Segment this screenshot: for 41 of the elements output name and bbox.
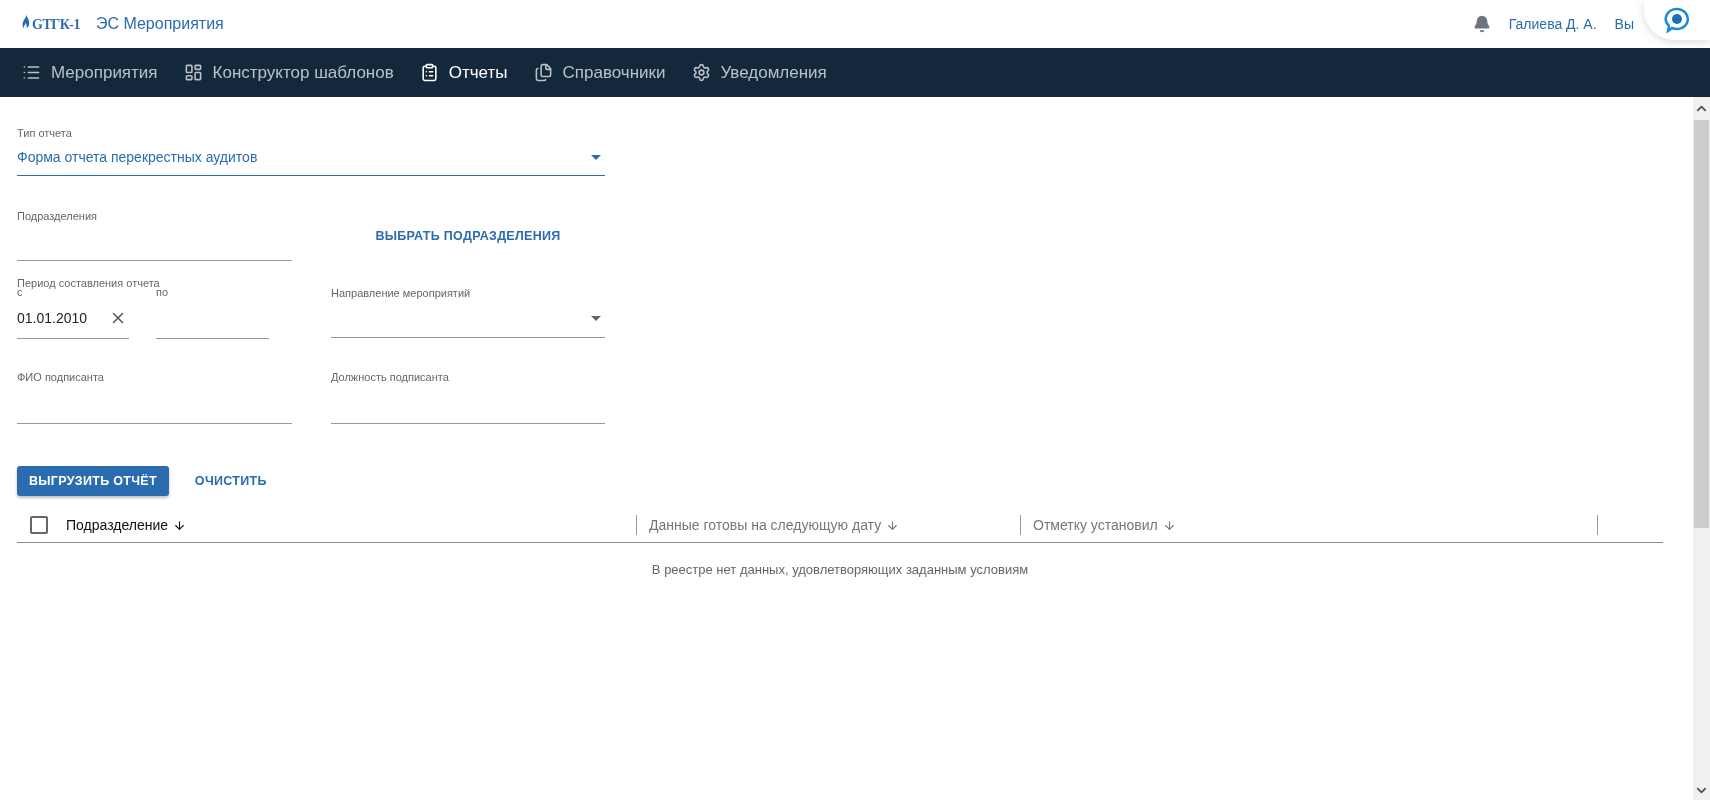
field-label: Должность подписанта — [331, 371, 450, 383]
sort-arrow-icon — [886, 518, 900, 532]
dropdown-caret-icon — [591, 315, 601, 321]
nav-tab[interactable]: Справочники — [533, 62, 666, 83]
clipboard-icon — [419, 63, 439, 82]
sort-arrow-icon — [1162, 518, 1176, 532]
chat-widget[interactable] — [1644, 0, 1710, 40]
chat-bubble-icon — [1664, 7, 1690, 33]
field-label: Подразделения — [17, 210, 98, 222]
export-report-button[interactable]: ВЫГРУЗИТЬ ОТЧЁТ — [17, 466, 169, 496]
field-label: ФИО подписанта — [17, 371, 105, 383]
sort-arrow-icon — [173, 518, 187, 532]
user-link[interactable]: Галиева Д. А. — [1508, 16, 1597, 32]
report-type-select[interactable]: Форма отчета перекрестных аудитов — [17, 139, 605, 176]
logo-text: GТГК-1 — [32, 17, 80, 33]
files-icon — [533, 63, 553, 82]
nav-tab[interactable]: Мероприятия — [22, 62, 158, 83]
select-divisions-button[interactable]: ВЫБРАТЬ ПОДРАЗДЕЛЕНИЯ — [367, 222, 569, 249]
column-header[interactable]: Данные готовы на следующую дату — [649, 517, 900, 533]
field-label: по — [156, 286, 170, 298]
date-from-field[interactable]: 01.01.2010 — [17, 298, 129, 339]
field-label: с — [17, 286, 23, 298]
empty-message: В реестре нет данных, удовлетворяющих заданным условиям — [650, 561, 1030, 577]
nav-tab[interactable]: Уведомления — [691, 62, 827, 83]
dropdown-caret-icon — [591, 154, 601, 160]
app-title: ЭС Мероприятия — [95, 15, 224, 33]
logout-link[interactable]: Вы — [1614, 16, 1634, 32]
bell-icon[interactable] — [1472, 15, 1491, 33]
dashboard-icon — [183, 63, 203, 82]
nav-tab[interactable]: Отчеты — [419, 62, 508, 83]
field-label: Направление мероприятий — [331, 287, 472, 299]
nav-tab[interactable]: Конструктор шаблонов — [183, 62, 394, 83]
column-header[interactable]: Подразделение — [66, 517, 187, 533]
scrollbar[interactable] — [1693, 97, 1710, 800]
column-header[interactable]: Отметку установил — [1033, 517, 1176, 533]
clear-button[interactable]: ОЧИСТИТЬ — [186, 468, 275, 494]
settings-icon — [691, 63, 711, 82]
field-label: Период составления отчета — [17, 277, 160, 289]
field-label: Тип отчета — [17, 127, 73, 139]
select-all-checkbox[interactable] — [30, 516, 48, 534]
list-icon — [22, 63, 41, 82]
